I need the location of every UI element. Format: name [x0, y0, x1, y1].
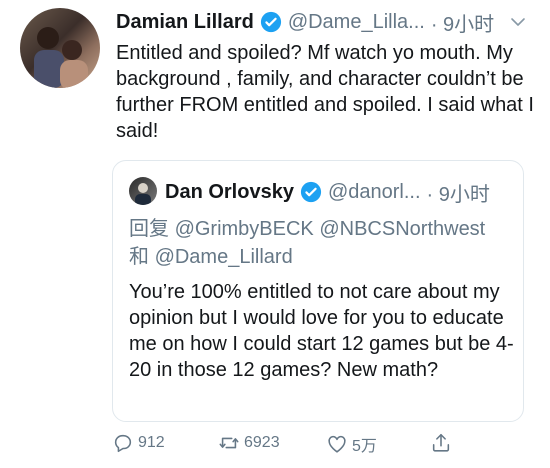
like-icon	[328, 435, 346, 453]
reply-icon	[114, 434, 132, 453]
tweet-time[interactable]: · 9小时	[431, 8, 494, 37]
mention-link[interactable]: @Dame_Lillard	[155, 246, 293, 268]
tweet-text: Entitled and spoiled? Mf watch yo mouth.…	[116, 42, 534, 142]
and-word: 和	[129, 246, 149, 268]
avatar[interactable]	[20, 8, 100, 88]
reply-prefix: 回复	[129, 218, 169, 240]
like-button[interactable]: 5万	[326, 432, 377, 456]
tweet-actions: 912 6923 5万	[112, 432, 532, 460]
mention-link[interactable]: @NBCSNorthwest	[319, 218, 485, 240]
retweet-count: 6923	[244, 434, 280, 451]
avatar-photo	[34, 27, 88, 88]
chevron-down-icon[interactable]	[510, 14, 526, 30]
retweet-button[interactable]: 6923	[218, 432, 280, 454]
quoted-author-handle[interactable]: @danorl...	[328, 181, 421, 204]
mention-link[interactable]: @GrimbyBECK	[175, 218, 314, 240]
quoted-author-name[interactable]: Dan Orlovsky	[165, 181, 294, 204]
quoted-tweet[interactable]: Dan Orlovsky @danorl... · 9小时 回复 @Grimby…	[112, 160, 524, 422]
retweet-icon	[219, 437, 239, 449]
quoted-time[interactable]: · 9小时	[427, 178, 490, 207]
quoted-text: You’re 100% entitled to not care about m…	[129, 281, 514, 381]
share-button[interactable]	[430, 432, 456, 454]
author-name[interactable]: Damian Lillard	[116, 11, 254, 34]
verified-icon	[300, 181, 322, 203]
tweet[interactable]: Damian Lillard @Dame_Lilla... · 9小时 Enti…	[0, 0, 550, 468]
tweet-header: Damian Lillard @Dame_Lilla... · 9小时	[116, 8, 494, 36]
author-handle[interactable]: @Dame_Lilla...	[288, 11, 425, 34]
reply-context: 回复 @GrimbyBECK @NBCSNorthwest 和 @Dame_Li…	[129, 215, 519, 271]
reply-count: 912	[138, 434, 165, 451]
quoted-avatar[interactable]	[129, 177, 157, 205]
quoted-avatar-photo	[135, 183, 151, 205]
verified-icon	[260, 11, 281, 33]
quoted-header: Dan Orlovsky @danorl... · 9小时	[165, 177, 490, 207]
share-icon	[432, 433, 450, 452]
like-count: 5万	[352, 438, 377, 455]
reply-button[interactable]: 912	[112, 432, 165, 454]
